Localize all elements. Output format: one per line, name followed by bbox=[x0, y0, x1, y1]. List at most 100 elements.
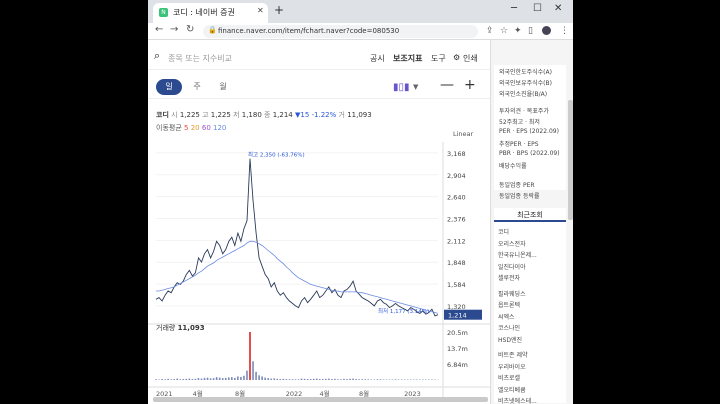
volume-bar bbox=[394, 379, 397, 380]
ma-5[interactable]: 5 bbox=[184, 124, 188, 132]
volume-bar bbox=[315, 378, 318, 380]
link-print[interactable]: 인쇄 bbox=[463, 53, 478, 64]
minimize-icon[interactable]: ─ bbox=[511, 3, 517, 14]
volume-bar bbox=[197, 378, 200, 380]
period-week-button[interactable]: 주 bbox=[184, 79, 210, 95]
recent-item[interactable]: 필라웨딩스 bbox=[498, 289, 526, 298]
tab-close-icon[interactable]: ✕ bbox=[257, 6, 264, 15]
volume-bar bbox=[243, 375, 245, 380]
print-icon[interactable]: ⚙ bbox=[453, 53, 460, 62]
recent-item[interactable]: 씨엑스 bbox=[498, 312, 515, 321]
recent-item[interactable]: 옵트론텍 bbox=[498, 300, 520, 309]
period-month-button[interactable]: 월 bbox=[210, 79, 236, 95]
quote-line: 코디 시 1,225 고 1,225 저 1,180 종 1,214 ▼15 -… bbox=[156, 110, 372, 120]
close-window-icon[interactable]: ✕ bbox=[554, 3, 562, 14]
maximize-icon[interactable]: ☐ bbox=[533, 3, 542, 14]
volume-bar bbox=[379, 379, 382, 380]
zoom-in-button[interactable]: + bbox=[464, 77, 476, 93]
back-icon[interactable]: ← bbox=[155, 24, 163, 35]
page-content: ⌕ 종목 또는 지수비교 공시 보조지표 도구 ⚙ 인쇄 일 주 월 ▮▯▮ ▼… bbox=[148, 40, 573, 404]
recent-item[interactable]: HSD엔진 bbox=[498, 335, 522, 344]
volume-bar bbox=[167, 378, 169, 380]
ma-60[interactable]: 60 bbox=[202, 124, 211, 132]
menu-icon[interactable]: ⋮ bbox=[560, 26, 569, 36]
info-sidebar: 외국인한도주식수(A) 외국인보유주식수(B) 외국인소진율(B/A) 투자의견 · … bbox=[490, 40, 573, 404]
volume-bar bbox=[294, 379, 297, 380]
reload-icon[interactable]: ↻ bbox=[186, 24, 194, 35]
recent-item[interactable]: 코디 bbox=[498, 227, 509, 236]
zoom-out-button[interactable]: — bbox=[440, 77, 454, 93]
favicon-icon: N bbox=[159, 8, 168, 17]
recent-item[interactable]: 비츠로셀 bbox=[498, 373, 520, 382]
volume-bar bbox=[206, 377, 209, 380]
volume-bar bbox=[182, 379, 185, 380]
candle-chart-icon[interactable]: ▮▯▮ bbox=[393, 82, 410, 93]
share-icon[interactable]: ⇪ bbox=[486, 26, 494, 36]
volume-bar bbox=[376, 379, 379, 380]
volume-bar bbox=[173, 379, 175, 380]
volume-bar bbox=[321, 379, 324, 380]
period-day-button[interactable]: 일 bbox=[156, 79, 182, 95]
price-tick-label: 2,904 bbox=[447, 172, 466, 180]
ma-120[interactable]: 120 bbox=[213, 124, 226, 132]
volume-bar bbox=[164, 379, 166, 380]
volume-bar bbox=[328, 378, 330, 380]
recent-item[interactable]: 일진다이아 bbox=[498, 262, 526, 271]
search-input[interactable]: 종목 또는 지수비교 bbox=[168, 53, 232, 64]
info-item: 52주최고 · 최저 bbox=[499, 119, 540, 126]
info-item: 외국인보유주식수(B) bbox=[499, 80, 552, 87]
recent-item[interactable]: 코스나인 bbox=[498, 323, 520, 332]
recent-item[interactable]: 한국유니온제... bbox=[498, 250, 537, 259]
volume-bar bbox=[303, 378, 306, 380]
sidepanel-icon[interactable]: ▯ bbox=[528, 26, 533, 36]
price-tick-label: 2,640 bbox=[447, 194, 466, 202]
volume-bar bbox=[252, 361, 254, 380]
volume-bar bbox=[355, 379, 357, 380]
close-label: 종 bbox=[264, 111, 271, 119]
volume-bar bbox=[282, 378, 285, 380]
recent-item[interactable]: 셀루전자 bbox=[498, 273, 520, 282]
horizontal-scrollbar[interactable] bbox=[153, 397, 488, 402]
new-tab-icon[interactable]: + bbox=[274, 3, 284, 17]
extensions-icon[interactable]: ✦ bbox=[514, 26, 522, 36]
profile-avatar[interactable] bbox=[542, 26, 551, 35]
forward-icon[interactable]: → bbox=[170, 24, 178, 35]
volume-label-small: 거 bbox=[338, 111, 345, 119]
recent-item[interactable]: 엘오티베큠 bbox=[498, 385, 526, 394]
volume-title-text: 거래량 bbox=[156, 324, 176, 332]
volume-title-value: 11,093 bbox=[177, 324, 205, 332]
info-item: 투자의견 · 목표주가 bbox=[499, 108, 549, 115]
bookmark-star-icon[interactable]: ☆ bbox=[500, 26, 508, 36]
volume-bar bbox=[318, 379, 321, 380]
recent-item[interactable]: 비트존 제약 bbox=[498, 350, 528, 359]
volume-bar bbox=[340, 379, 342, 380]
link-tools[interactable]: 도구 bbox=[431, 53, 446, 64]
volume-bar bbox=[161, 379, 163, 380]
low-value: 1,180 bbox=[241, 111, 262, 119]
ma-label: 이동평균 bbox=[156, 124, 182, 132]
open-label: 시 bbox=[171, 111, 178, 119]
volume-value: 11,093 bbox=[347, 111, 372, 119]
high-value: 1,225 bbox=[210, 111, 231, 119]
volume-bar bbox=[346, 379, 348, 380]
volume-bar bbox=[200, 378, 203, 380]
ma-20[interactable]: 20 bbox=[191, 124, 200, 132]
recent-item[interactable]: 비츠넷에스테... bbox=[498, 396, 537, 404]
volume-bar bbox=[258, 375, 260, 380]
recent-item[interactable]: 오리스전자 bbox=[498, 239, 526, 248]
link-indicators[interactable]: 보조지표 bbox=[393, 53, 422, 64]
info-item: 추정PER · EPS bbox=[499, 141, 539, 148]
recent-item[interactable]: 우리바이오 bbox=[498, 362, 526, 371]
price-chart[interactable]: 3,1682,9042,6402,3762,1121,8481,5841,320… bbox=[148, 140, 490, 398]
url-field[interactable]: 🔒 finance.naver.com/item/fchart.naver?co… bbox=[203, 25, 478, 38]
chart-toolbar: ⌕ 종목 또는 지수비교 공시 보조지표 도구 ⚙ 인쇄 bbox=[148, 40, 490, 70]
tab-active[interactable]: N 코디 : 네이버 증권 ✕ bbox=[153, 3, 268, 23]
chevron-down-icon[interactable]: ▼ bbox=[413, 83, 418, 91]
link-disclosure[interactable]: 공시 bbox=[370, 53, 385, 64]
scale-selector[interactable]: Linear bbox=[453, 130, 473, 138]
scrollbar-thumb[interactable] bbox=[153, 397, 488, 402]
moving-average-legend: 이동평균 5 20 60 120 bbox=[156, 123, 226, 133]
volume-bar bbox=[285, 379, 288, 380]
vertical-scrollbar[interactable] bbox=[568, 100, 573, 220]
search-icon[interactable]: ⌕ bbox=[154, 49, 160, 63]
